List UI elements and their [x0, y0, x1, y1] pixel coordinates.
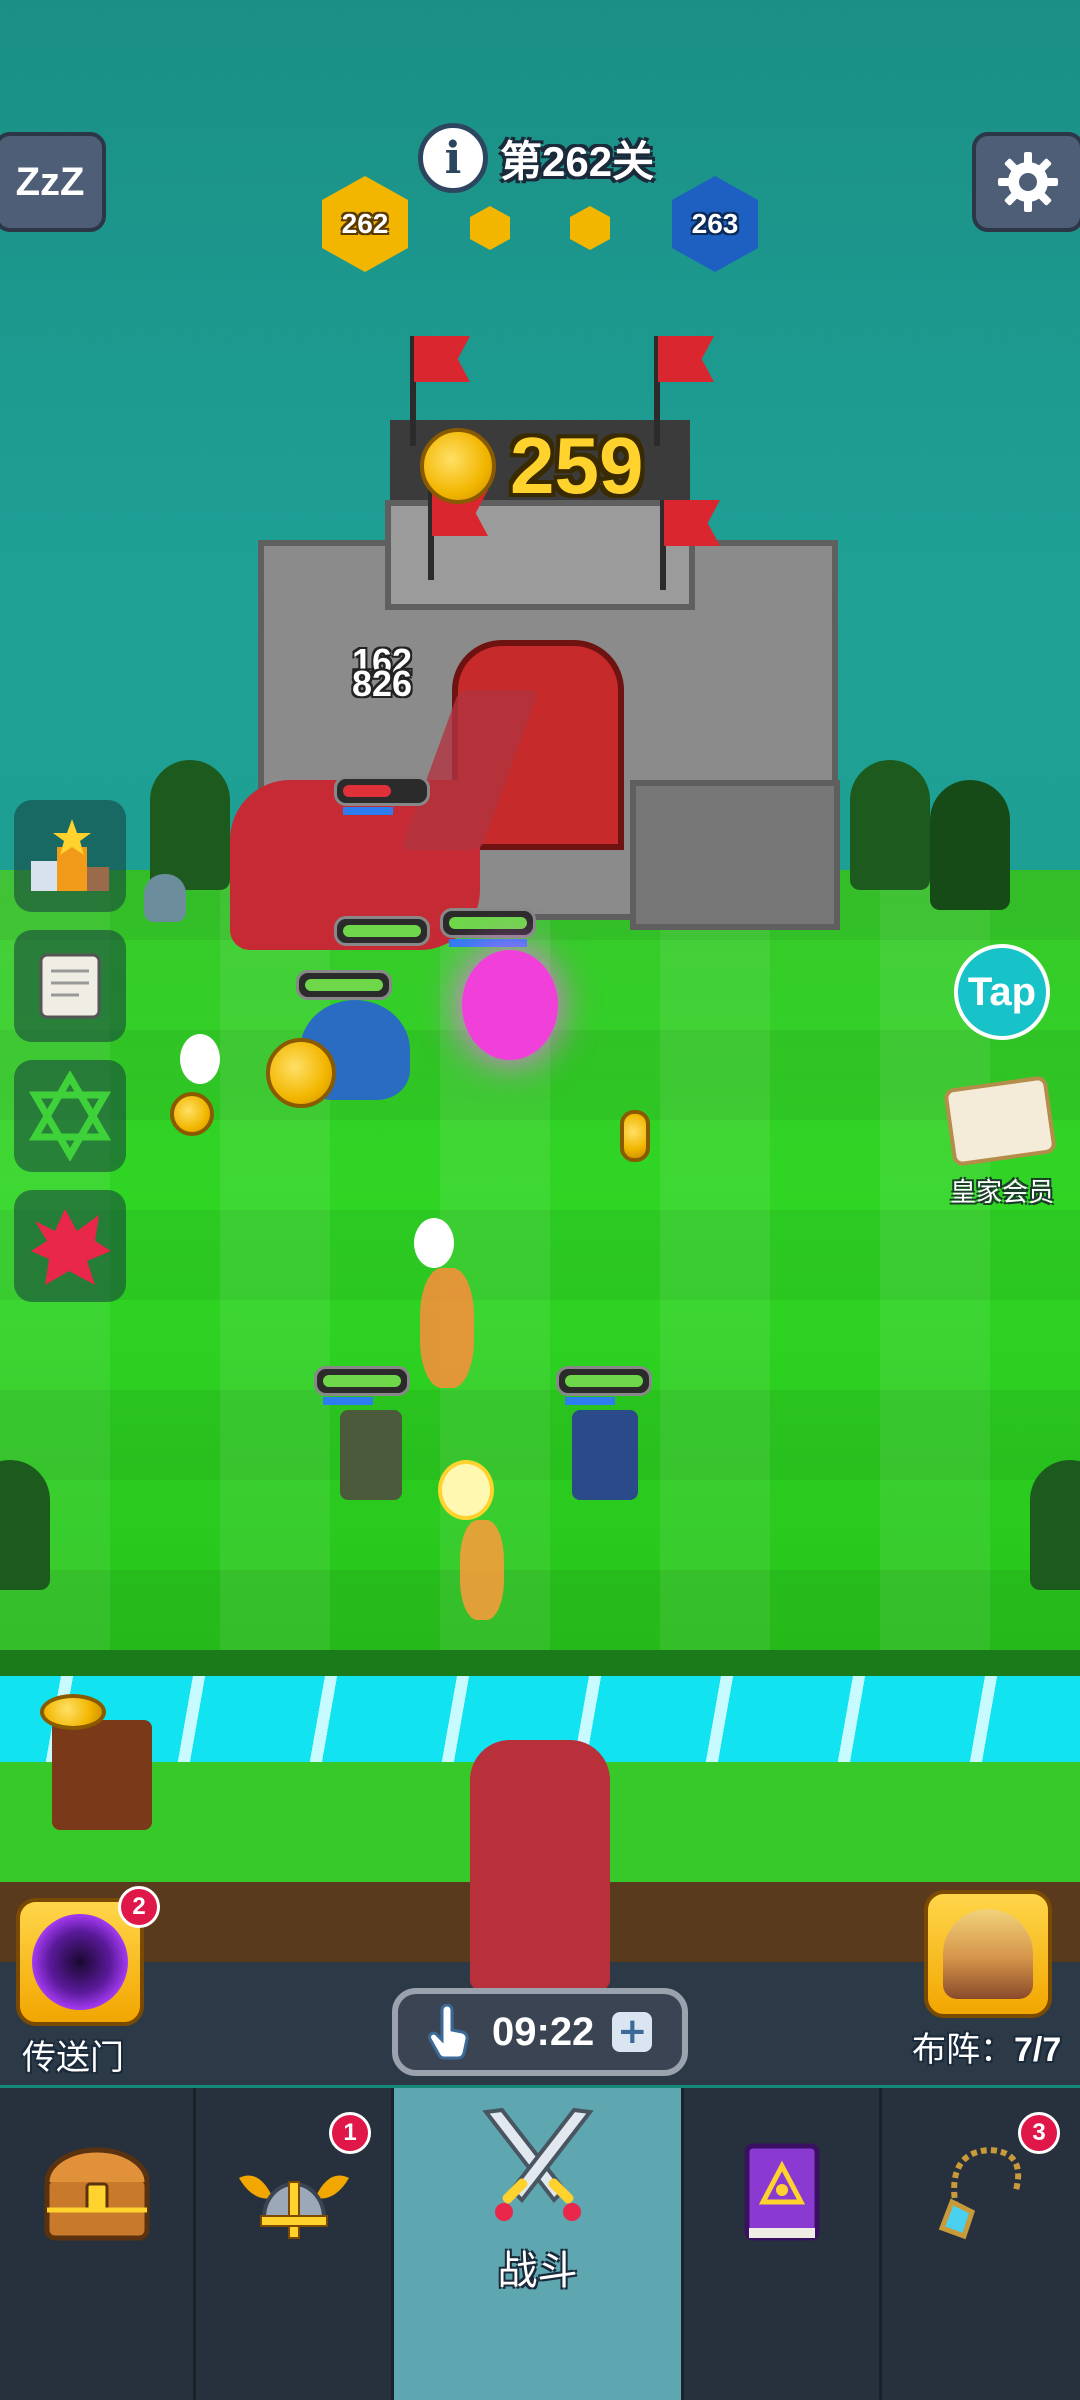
trophy-podium-icon	[31, 819, 109, 891]
board-edge	[0, 1650, 1080, 1676]
level-title-text: 第262关	[500, 137, 655, 185]
next-level-number: 263	[691, 208, 739, 239]
tab-spellbook[interactable]	[684, 2088, 882, 2400]
unit-health-bar	[556, 1366, 652, 1405]
skull-icon	[144, 874, 186, 922]
sleep-zzz-icon: ZzZ	[15, 160, 85, 204]
taptap-button[interactable]: Tap	[954, 944, 1050, 1040]
hero-portrait-icon	[943, 1909, 1033, 1999]
flag	[414, 336, 470, 382]
bottom-nav: 1 战斗 3	[0, 2088, 1080, 2400]
lineup-count: 7/7	[1014, 2031, 1062, 2069]
tree	[930, 780, 1010, 910]
tree	[150, 760, 230, 890]
unit-health-bar	[296, 970, 392, 1000]
gold-stack-icon	[40, 1694, 106, 1730]
portal-vortex-icon	[32, 1914, 128, 2010]
player-warrior-unit[interactable]	[340, 1410, 402, 1500]
heroes-badge: 1	[329, 2112, 371, 2154]
portal-badge: 2	[118, 1886, 160, 1928]
auto-sleep-button[interactable]: ZzZ	[0, 132, 106, 232]
info-icon[interactable]: i	[418, 123, 488, 193]
current-level-number: 262	[341, 208, 389, 239]
dropped-gold-coin[interactable]	[170, 1092, 214, 1136]
hexagram-button[interactable]	[14, 1060, 126, 1172]
magic-unit[interactable]	[462, 950, 558, 1060]
royal-member-label[interactable]: 皇家会员	[940, 1172, 1064, 1209]
level-title: i 第262关	[418, 120, 654, 196]
damage-number: 826	[352, 663, 413, 704]
tab-equipment[interactable]: 3	[882, 2088, 1080, 2400]
quest-scroll-button[interactable]	[14, 930, 126, 1042]
worker-unit[interactable]	[52, 1720, 152, 1830]
unit-health-bar	[440, 908, 536, 947]
enemy-gold-counter: 259	[420, 420, 643, 512]
amulet-icon	[938, 2146, 1022, 2240]
hexagram-icon	[28, 1071, 112, 1161]
winged-helmet-icon	[238, 2175, 349, 2239]
flag	[664, 500, 720, 546]
boss-health-bar	[334, 776, 430, 815]
tree	[850, 760, 930, 890]
battle-timer[interactable]: 09:22 +	[392, 1988, 688, 2076]
fireball-trail	[460, 1520, 504, 1620]
tab-heroes[interactable]: 1	[196, 2088, 394, 2400]
treasure-chest-icon	[44, 2147, 149, 2241]
tab-battle[interactable]: 战斗	[394, 2088, 684, 2400]
lineup-button[interactable]	[924, 1890, 1052, 2018]
scroll-icon	[39, 953, 101, 1019]
tap-label: Tap	[967, 969, 1037, 1014]
gold-coin-icon	[420, 428, 496, 504]
tree	[1030, 1460, 1080, 1590]
unit-health-bar	[314, 1366, 410, 1405]
lineup-label: 布阵：	[912, 2030, 1014, 2070]
fireball	[438, 1460, 494, 1520]
crossed-swords-icon	[481, 2107, 594, 2221]
fireball	[180, 1034, 220, 1084]
timer-value: 09:22	[492, 2009, 595, 2054]
red-claw-icon	[31, 1209, 111, 1285]
tab-treasure[interactable]	[0, 2088, 196, 2400]
lineup-status: 布阵：7/7	[912, 2022, 1061, 2071]
enemy-gold-value: 259	[510, 421, 644, 510]
tab-battle-label: 战斗	[497, 2248, 578, 2294]
dropped-gold-coin[interactable]	[266, 1038, 336, 1108]
equipment-badge: 3	[1018, 2112, 1060, 2154]
fireball	[414, 1218, 454, 1268]
battle-scene[interactable]: 259 162 826	[0, 0, 1080, 2085]
fireball-trail	[420, 1268, 474, 1388]
gear-icon	[998, 152, 1058, 212]
unit-health-bar	[334, 916, 430, 946]
hero-dragon-rider[interactable]	[470, 1740, 610, 1990]
flag	[658, 336, 714, 382]
portal-label: 传送门	[22, 2038, 124, 2078]
castle-tower	[630, 780, 840, 930]
ranking-button[interactable]	[14, 800, 126, 912]
tree	[0, 1460, 50, 1590]
add-time-button[interactable]: +	[612, 2012, 653, 2052]
settings-button[interactable]	[972, 132, 1080, 232]
tap-hand-icon	[428, 2004, 469, 2060]
spell-book-icon	[744, 2143, 819, 2241]
special-skill-button[interactable]	[14, 1190, 126, 1302]
player-knight-unit[interactable]	[572, 1410, 638, 1500]
dropped-gold-coin[interactable]	[620, 1110, 650, 1162]
royal-member-card-icon[interactable]	[943, 1075, 1057, 1167]
